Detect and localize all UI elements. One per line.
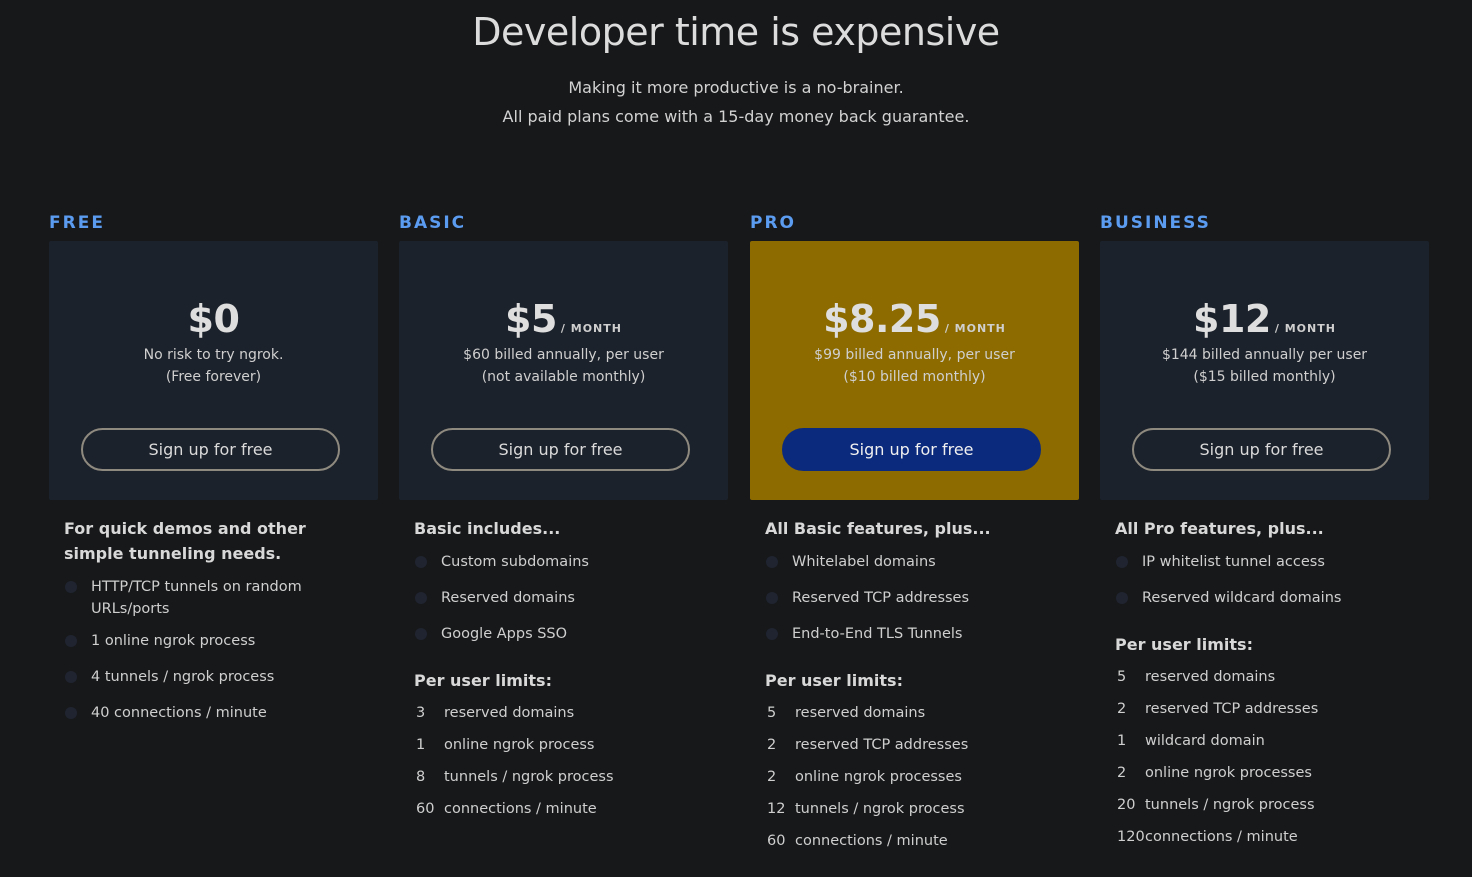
feature-item: Whitelabel domains xyxy=(792,554,936,570)
billing-note: (Free forever) xyxy=(165,369,262,385)
plan-name: BASIC xyxy=(399,213,467,233)
plan-name: BUSINESS xyxy=(1100,213,1211,233)
price-period: / MONTH xyxy=(1274,322,1336,335)
limit-value: 3 xyxy=(416,705,426,721)
limits-heading: Per user limits: xyxy=(765,671,903,690)
price-period: / MONTH xyxy=(944,322,1006,335)
limit-value: 2 xyxy=(1117,765,1127,781)
price-period: / MONTH xyxy=(560,322,622,335)
limit-label: reserved TCP addresses xyxy=(1145,701,1319,717)
pricing-page: Developer time is expensive Making it mo… xyxy=(0,0,1472,877)
check-icon xyxy=(65,635,77,647)
limit-value: 60 xyxy=(767,833,786,849)
limit-label: online ngrok processes xyxy=(795,769,962,785)
feature-item: Reserved domains xyxy=(441,590,575,606)
limits-heading: Per user limits: xyxy=(1115,635,1253,654)
limit-label: tunnels / ngrok process xyxy=(444,769,614,785)
limit-value: 12 xyxy=(767,801,786,817)
limit-label: connections / minute xyxy=(1145,829,1298,845)
page-subtitle: Making it more productive is a no-braine… xyxy=(568,78,904,97)
billing-text: $144 billed annually per user xyxy=(1161,347,1368,363)
check-icon xyxy=(766,592,778,604)
price-card-featured: $8.25/ MONTH $99 billed annually, per us… xyxy=(750,241,1079,500)
price-card: $5/ MONTH $60 billed annually, per user … xyxy=(399,241,728,500)
billing-text: No risk to try ngrok. xyxy=(143,347,284,363)
limit-value: 5 xyxy=(1117,669,1127,685)
check-icon xyxy=(65,581,77,593)
features-heading: All Pro features, plus... xyxy=(1115,519,1324,538)
limit-label: online ngrok process xyxy=(444,737,595,753)
limit-label: connections / minute xyxy=(795,833,948,849)
billing-note: ($10 billed monthly) xyxy=(843,369,986,385)
check-icon xyxy=(65,707,77,719)
limit-value: 5 xyxy=(767,705,777,721)
limit-value: 20 xyxy=(1117,797,1136,813)
signup-button[interactable]: Sign up for free xyxy=(782,428,1041,471)
features-heading: All Basic features, plus... xyxy=(765,519,991,538)
limit-value: 1 xyxy=(416,737,426,753)
limit-value: 1 xyxy=(1117,733,1127,749)
feature-item: Google Apps SSO xyxy=(441,626,568,642)
plan-name: FREE xyxy=(49,213,105,233)
limit-value: 60 xyxy=(416,801,435,817)
guarantee-text: All paid plans come with a 15-day money … xyxy=(502,107,970,126)
price-card: $0 No risk to try ngrok. (Free forever) … xyxy=(49,241,378,500)
limit-value: 2 xyxy=(767,769,777,785)
billing-note: ($15 billed monthly) xyxy=(1193,369,1336,385)
price-card: $12/ MONTH $144 billed annually per user… xyxy=(1100,241,1429,500)
limit-value: 2 xyxy=(767,737,777,753)
check-icon xyxy=(766,628,778,640)
limit-label: reserved domains xyxy=(1145,669,1276,685)
signup-button[interactable]: Sign up for free xyxy=(431,428,690,471)
plan-name: PRO xyxy=(750,213,797,233)
limit-label: wildcard domain xyxy=(1145,733,1265,749)
check-icon xyxy=(415,556,427,568)
feature-item: End-to-End TLS Tunnels xyxy=(792,626,963,642)
limit-label: reserved domains xyxy=(444,705,575,721)
limit-value: 120 xyxy=(1117,829,1145,845)
billing-text: $60 billed annually, per user xyxy=(463,347,664,363)
page-title: Developer time is expensive xyxy=(472,10,1000,54)
limit-label: reserved domains xyxy=(795,705,926,721)
price: $0 xyxy=(187,297,240,341)
billing-text: $99 billed annually, per user xyxy=(814,347,1015,363)
check-icon xyxy=(766,556,778,568)
signup-button[interactable]: Sign up for free xyxy=(1132,428,1391,471)
signup-button[interactable]: Sign up for free xyxy=(81,428,340,471)
price: $12 xyxy=(1193,297,1271,341)
feature-item: Reserved TCP addresses xyxy=(792,590,970,606)
features-heading: Basic includes... xyxy=(414,519,561,538)
check-icon xyxy=(65,671,77,683)
feature-item: 40 connections / minute xyxy=(91,705,267,721)
limit-value: 8 xyxy=(416,769,426,785)
feature-item: Custom subdomains xyxy=(441,554,589,570)
feature-item: 1 online ngrok process xyxy=(91,633,256,649)
limit-label: tunnels / ngrok process xyxy=(795,801,965,817)
check-icon xyxy=(415,628,427,640)
price: $5 xyxy=(505,297,557,341)
limit-label: connections / minute xyxy=(444,801,597,817)
limit-label: online ngrok processes xyxy=(1145,765,1312,781)
limit-label: tunnels / ngrok process xyxy=(1145,797,1315,813)
check-icon xyxy=(1116,592,1128,604)
feature-item: IP whitelist tunnel access xyxy=(1142,554,1325,570)
check-icon xyxy=(415,592,427,604)
billing-note: (not available monthly) xyxy=(481,369,646,385)
feature-item: 4 tunnels / ngrok process xyxy=(91,669,275,685)
limit-label: reserved TCP addresses xyxy=(795,737,969,753)
limit-value: 2 xyxy=(1117,701,1127,717)
feature-item: Reserved wildcard domains xyxy=(1142,590,1342,606)
limits-heading: Per user limits: xyxy=(414,671,552,690)
features-heading: For quick demos and other simple tunneli… xyxy=(64,519,306,563)
price: $8.25 xyxy=(823,297,941,341)
feature-item: HTTP/TCP tunnels on random URLs/ports xyxy=(91,579,302,617)
check-icon xyxy=(1116,556,1128,568)
